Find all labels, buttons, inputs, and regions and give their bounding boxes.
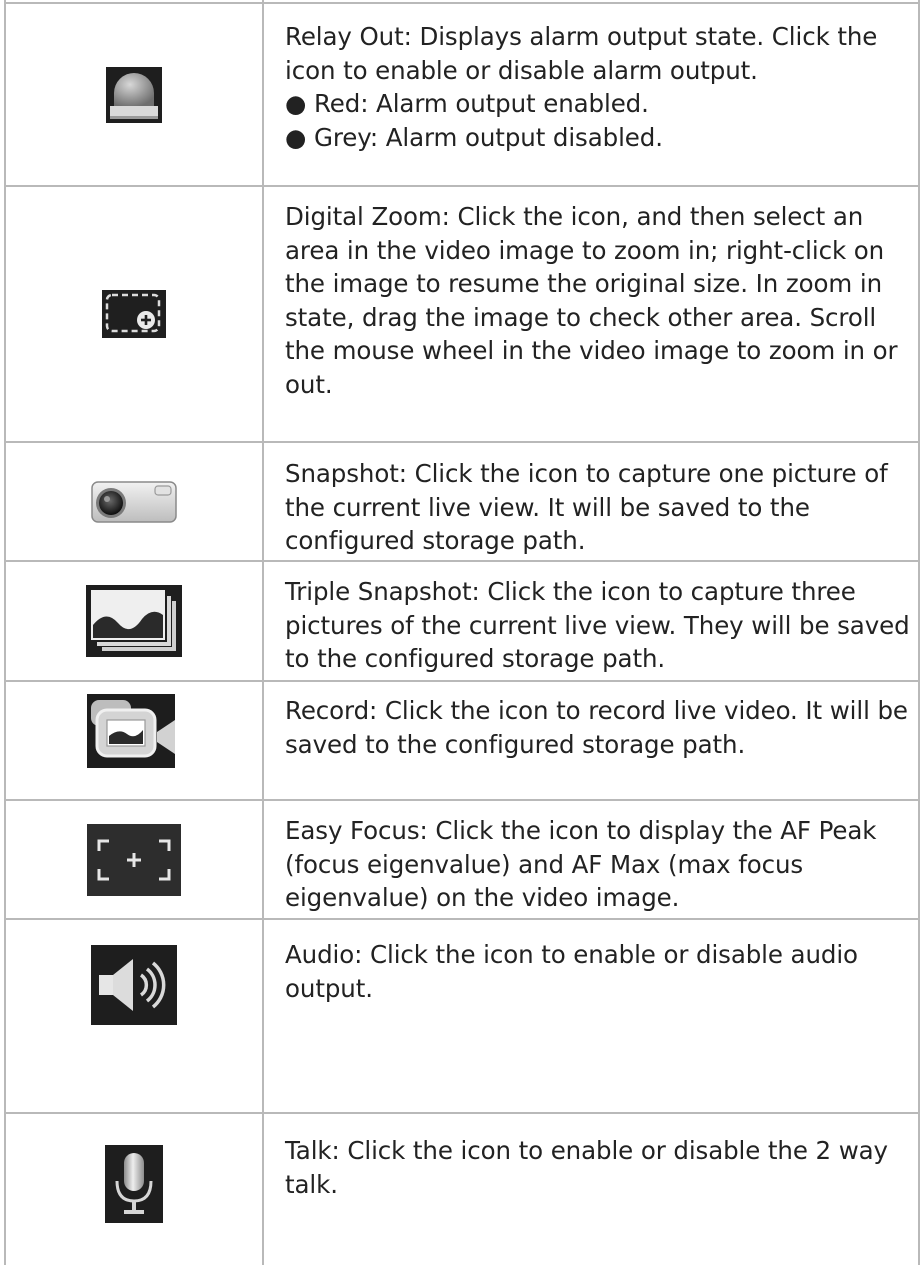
table-row: Digital Zoom: Click the icon, and then s…	[6, 187, 918, 441]
row-description: Relay Out: Displays alarm output state. …	[285, 22, 878, 85]
icon-cell	[6, 682, 262, 799]
video-camera-icon[interactable]	[81, 691, 187, 770]
bullet-item: ● Red: Alarm output enabled.	[285, 89, 649, 118]
speaker-icon[interactable]	[91, 945, 177, 1025]
table-border-right	[918, 0, 920, 1265]
row-description: Triple Snapshot: Click the icon to captu…	[285, 577, 910, 673]
table-row: Record: Click the icon to record live vi…	[6, 682, 918, 799]
icon-cell	[6, 4, 262, 185]
icon-cell	[6, 801, 262, 918]
camera-icon[interactable]	[89, 478, 179, 525]
description-cell: Relay Out: Displays alarm output state. …	[285, 20, 915, 154]
description-cell: Record: Click the icon to record live vi…	[285, 694, 915, 761]
icon-cell	[6, 562, 262, 680]
description-cell: Audio: Click the icon to enable or disab…	[285, 938, 915, 1005]
table-row: Audio: Click the icon to enable or disab…	[6, 920, 918, 1112]
table-row: Snapshot: Click the icon to capture one …	[6, 443, 918, 560]
description-cell: Snapshot: Click the icon to capture one …	[285, 457, 915, 558]
digital-zoom-icon[interactable]	[102, 290, 166, 338]
icon-cell	[6, 443, 262, 560]
row-description: Digital Zoom: Click the icon, and then s…	[285, 202, 898, 399]
table-row: Easy Focus: Click the icon to display th…	[6, 801, 918, 918]
table-row: Relay Out: Displays alarm output state. …	[6, 4, 918, 185]
row-description: Easy Focus: Click the icon to display th…	[285, 816, 877, 912]
icon-cell	[6, 920, 262, 1050]
bullet-item: ● Grey: Alarm output disabled.	[285, 122, 663, 152]
description-cell: Easy Focus: Click the icon to display th…	[285, 814, 915, 915]
icon-cell	[6, 187, 262, 441]
icon-description-table: Relay Out: Displays alarm output state. …	[0, 0, 924, 1265]
triple-snapshot-icon[interactable]	[86, 585, 182, 657]
table-row: Talk: Click the icon to enable or disabl…	[6, 1114, 918, 1265]
description-cell: Triple Snapshot: Click the icon to captu…	[285, 575, 915, 676]
description-cell: Talk: Click the icon to enable or disabl…	[285, 1134, 915, 1201]
alarm-light-icon[interactable]	[105, 66, 163, 124]
icon-cell	[6, 1114, 262, 1254]
row-description: Talk: Click the icon to enable or disabl…	[285, 1136, 888, 1199]
microphone-icon[interactable]	[105, 1145, 163, 1223]
row-description: Audio: Click the icon to enable or disab…	[285, 940, 858, 1003]
table-row: Triple Snapshot: Click the icon to captu…	[6, 562, 918, 680]
row-description: Snapshot: Click the icon to capture one …	[285, 459, 888, 555]
description-cell: Digital Zoom: Click the icon, and then s…	[285, 200, 915, 401]
row-description: Record: Click the icon to record live vi…	[285, 696, 908, 759]
easy-focus-icon[interactable]	[87, 823, 181, 896]
